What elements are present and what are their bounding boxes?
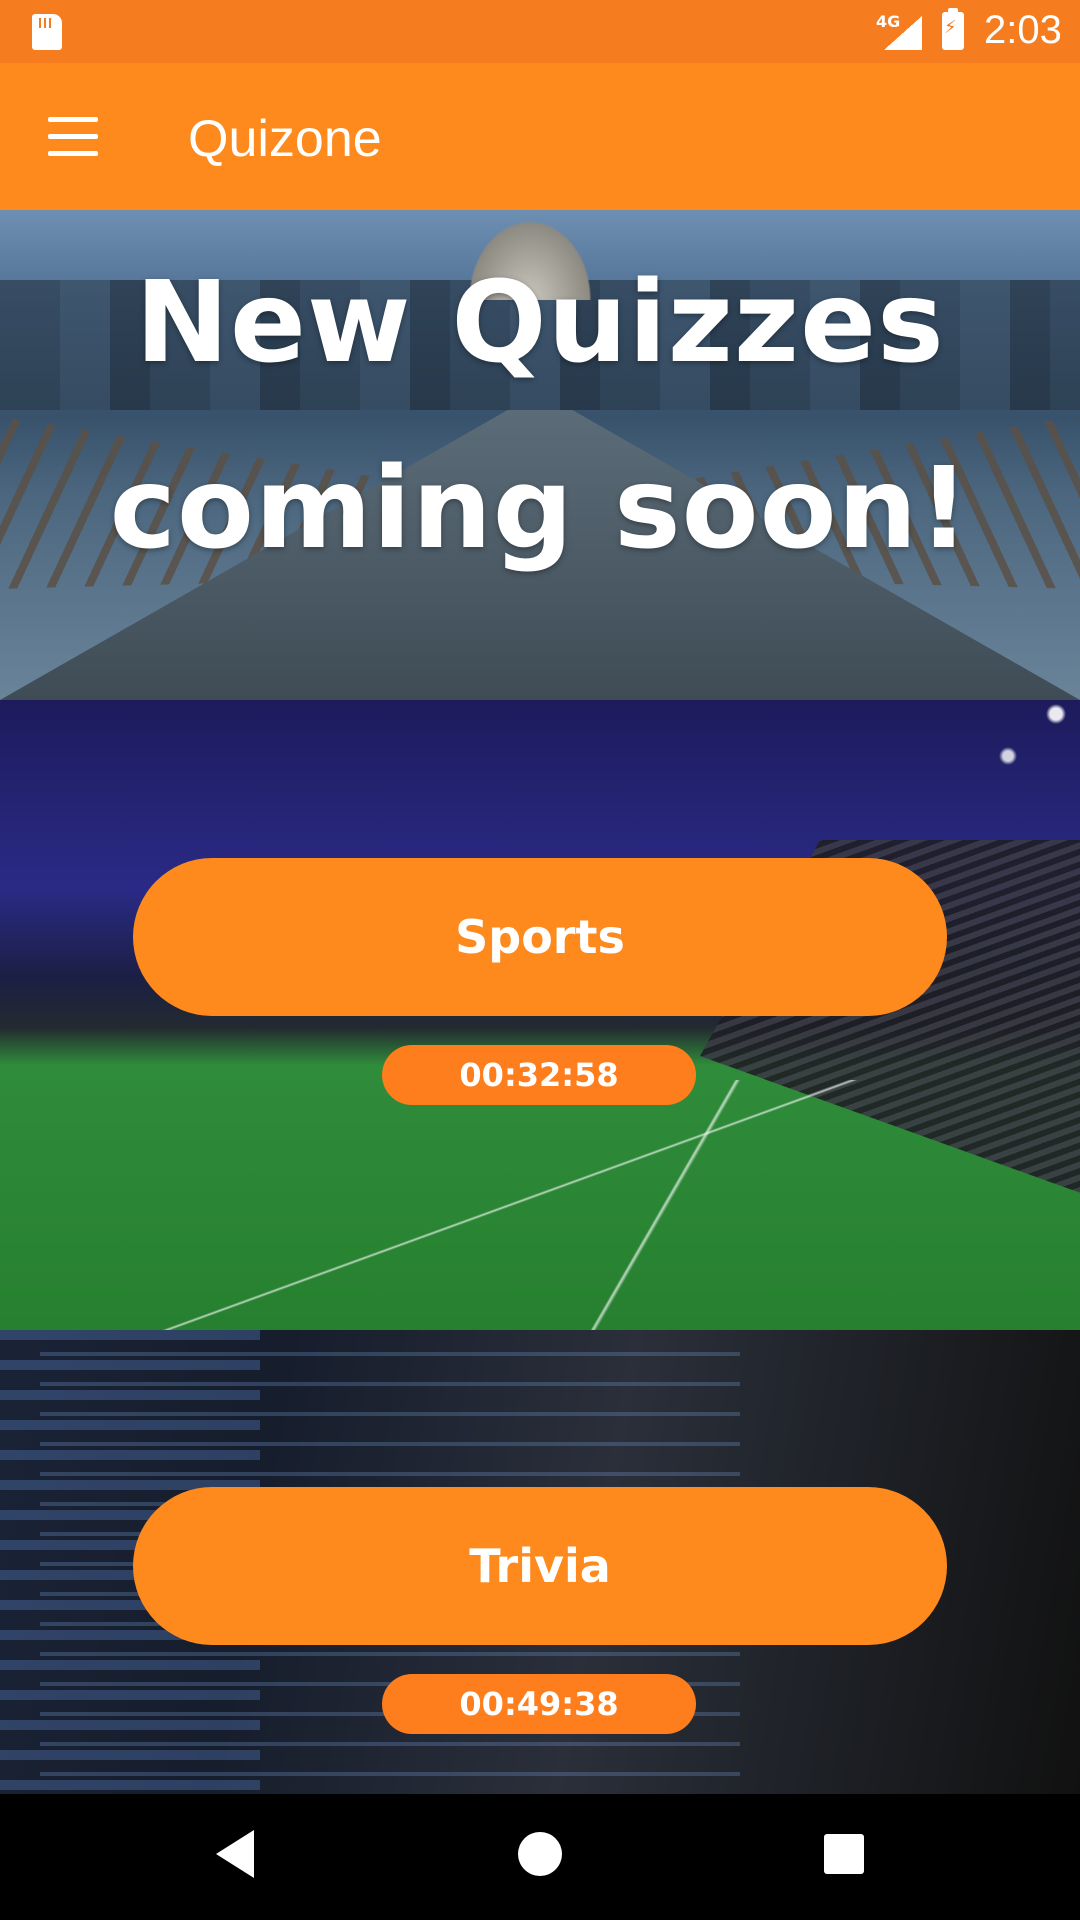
trivia-timer-badge: 00:49:38 [382, 1674, 696, 1734]
menu-button[interactable] [40, 105, 106, 167]
stadium-lights [840, 700, 1080, 840]
quiz-card-trivia: Trivia 00:49:38 [0, 1330, 1080, 1794]
sports-quiz-button[interactable]: Sports [133, 858, 947, 1016]
back-icon[interactable] [216, 1830, 254, 1878]
hero-banner: New Quizzes coming soon! [0, 210, 1080, 700]
sports-timer-badge: 00:32:58 [382, 1045, 696, 1105]
app-bar: Quizone [0, 63, 1080, 210]
battery-charging-icon [942, 8, 964, 50]
hero-headline: New Quizzes coming soon! [109, 258, 971, 574]
signal-icon [884, 16, 922, 50]
status-time: 2:03 [984, 8, 1062, 52]
quiz-card-sports: Sports 00:32:58 [0, 700, 1080, 1330]
sd-card-icon [32, 14, 62, 50]
recents-icon[interactable] [824, 1834, 864, 1874]
app-title: Quizone [188, 110, 382, 168]
home-icon[interactable] [518, 1832, 562, 1876]
status-bar: 4G 2:03 [0, 0, 1080, 63]
trivia-quiz-button[interactable]: Trivia [133, 1487, 947, 1645]
pitch-lines [0, 1080, 1080, 1330]
system-nav-bar [0, 1794, 1080, 1920]
